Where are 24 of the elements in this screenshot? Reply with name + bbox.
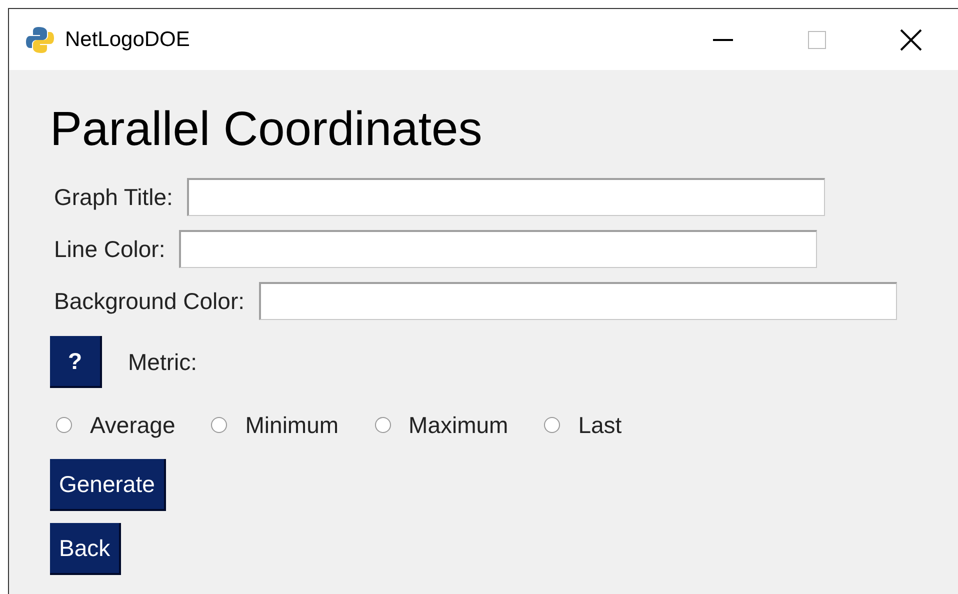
minimize-icon[interactable] — [713, 38, 733, 40]
option-label: Minimum — [245, 412, 339, 438]
radio-button[interactable] — [374, 417, 391, 433]
option-label: Average — [90, 412, 176, 438]
window-title: NetLogoDOE — [65, 28, 191, 52]
text-field[interactable] — [186, 178, 825, 216]
radio-button[interactable] — [211, 417, 228, 433]
radio-button[interactable] — [544, 417, 560, 433]
help-button[interactable]: ? — [50, 336, 102, 388]
app-logo-icon — [25, 24, 55, 54]
field-label: Line Color: — [54, 236, 166, 262]
generate-button[interactable]: Generate — [50, 459, 166, 511]
field-label: Background Color: — [54, 288, 244, 314]
field-label: Graph Title: — [54, 184, 173, 210]
text-field[interactable] — [258, 282, 896, 320]
metric-label: Metric: — [128, 348, 197, 376]
text-field[interactable] — [179, 230, 818, 268]
page-heading: Parallel Coordinates — [50, 102, 484, 158]
option-label: Maximum — [408, 412, 508, 438]
radio-button[interactable] — [56, 417, 72, 433]
close-icon[interactable] — [900, 28, 922, 50]
back-button[interactable]: Back — [50, 523, 122, 575]
maximize-icon[interactable] — [808, 30, 826, 48]
option-label: Last — [578, 412, 622, 438]
